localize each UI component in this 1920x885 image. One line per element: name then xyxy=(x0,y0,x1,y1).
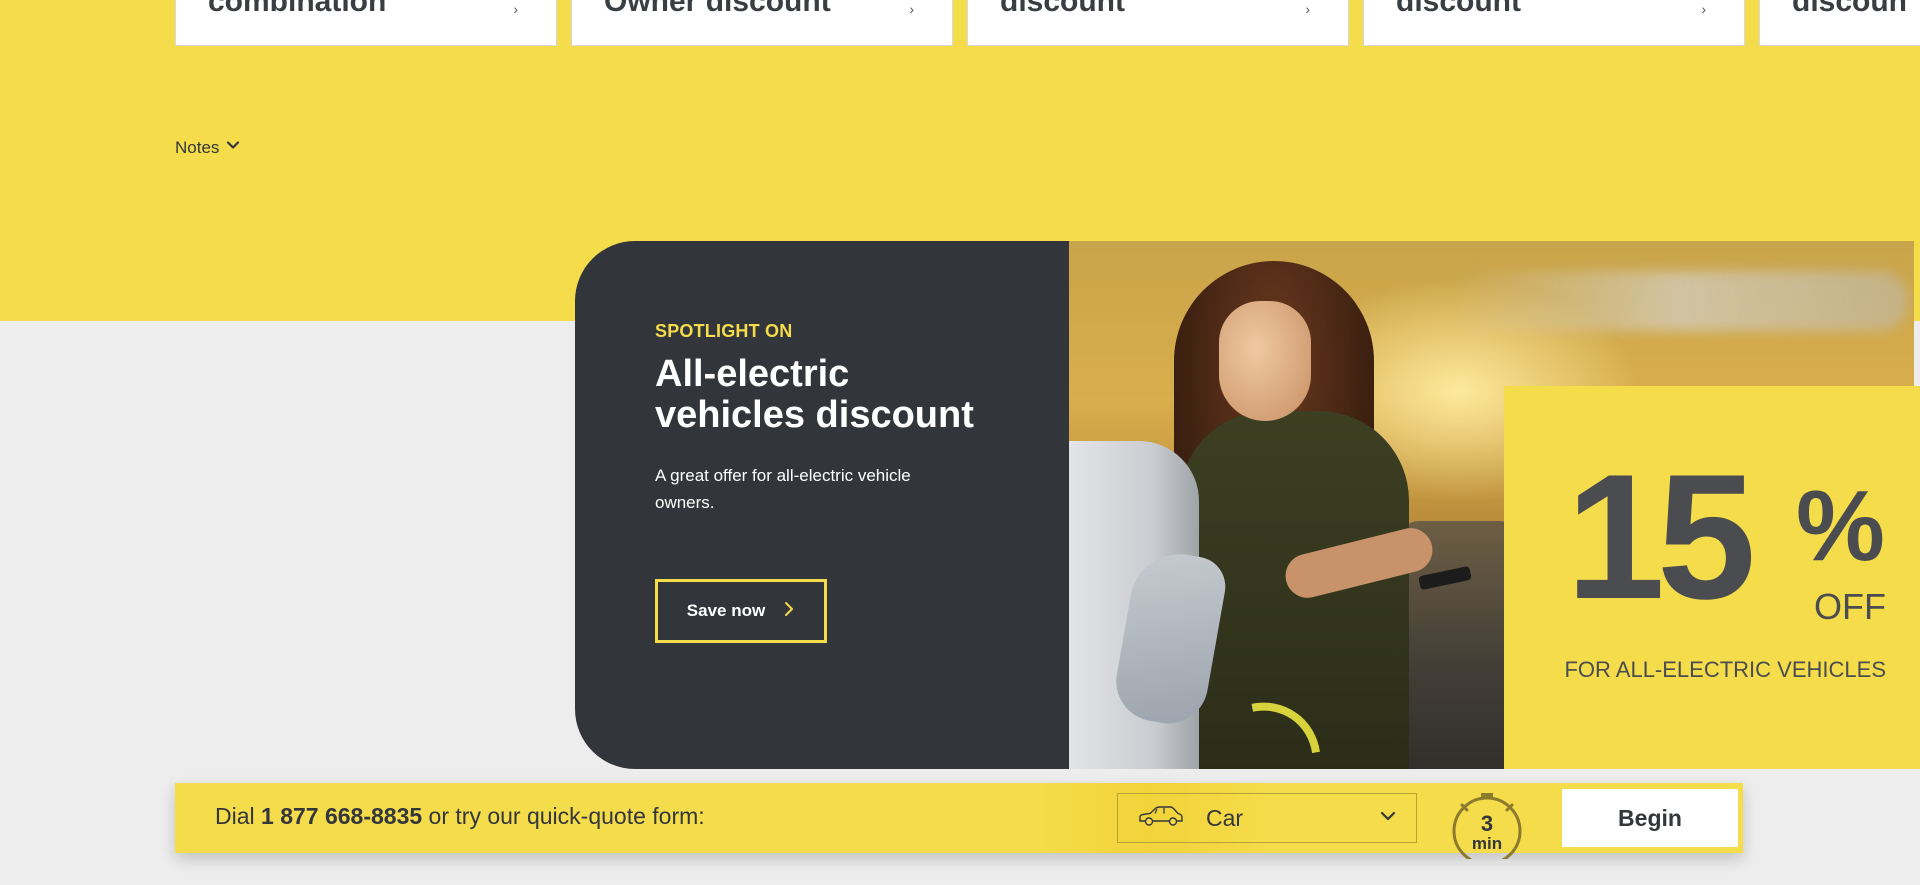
discount-card-4[interactable]: discount › xyxy=(1363,0,1745,46)
timer-unit: min xyxy=(1471,834,1503,853)
badge-percent: % xyxy=(1796,470,1885,582)
spotlight-text-panel: SPOTLIGHT ON All-electric vehicles disco… xyxy=(575,241,1069,769)
discount-card-2[interactable]: Owner discount › xyxy=(571,0,953,46)
quote-prompt: Dial 1 877 668-8835 or try our quick-quo… xyxy=(215,803,705,830)
discount-card-1[interactable]: combination › xyxy=(175,0,557,46)
vehicle-select-value: Car xyxy=(1206,804,1244,831)
chevron-right-icon: › xyxy=(1701,1,1706,17)
discount-card-3[interactable]: discount › xyxy=(967,0,1349,46)
badge-subtitle: FOR ALL-ELECTRIC VEHICLES xyxy=(1564,657,1886,682)
spotlight-title: All-electric vehicles discount xyxy=(655,353,974,436)
chevron-down-icon xyxy=(1380,809,1396,828)
stopwatch-icon: 3 min xyxy=(1450,791,1524,859)
car-icon xyxy=(1138,805,1184,832)
save-now-button[interactable]: Save now xyxy=(655,579,827,643)
card-title: combination xyxy=(208,0,387,18)
discount-badge: 15 % OFF FOR ALL-ELECTRIC VEHICLES xyxy=(1504,386,1920,769)
chevron-right-icon: › xyxy=(1305,1,1310,17)
spotlight-description: A great offer for all-electric vehicle o… xyxy=(655,466,911,512)
notes-label: Notes xyxy=(175,137,220,157)
chevron-right-icon xyxy=(783,601,795,622)
quick-quote-bar: Dial 1 877 668-8835 or try our quick-quo… xyxy=(175,783,1743,859)
badge-off: OFF xyxy=(1814,586,1886,627)
chevron-right-icon: › xyxy=(513,1,518,17)
badge-number: 15 xyxy=(1566,437,1756,636)
chevron-down-icon xyxy=(225,137,241,158)
card-title: discount xyxy=(1396,0,1521,18)
quote-suffix: or try our quick-quote form: xyxy=(422,803,705,829)
notes-toggle[interactable]: Notes xyxy=(175,137,241,158)
phone-number-link[interactable]: 1 877 668-8835 xyxy=(261,803,422,829)
discount-card-5[interactable]: discoun xyxy=(1759,0,1920,46)
card-title: Owner discount xyxy=(604,0,831,18)
chevron-right-icon: › xyxy=(909,1,914,17)
timer-number: 3 xyxy=(1480,811,1494,836)
vehicle-type-select[interactable]: Car xyxy=(1117,793,1417,843)
quote-prefix: Dial xyxy=(215,803,262,829)
save-now-label: Save now xyxy=(686,601,766,620)
card-title: discoun xyxy=(1792,0,1908,18)
begin-button[interactable]: Begin xyxy=(1559,786,1741,850)
spotlight-eyebrow: SPOTLIGHT ON xyxy=(655,321,793,341)
card-title: discount xyxy=(1000,0,1125,18)
